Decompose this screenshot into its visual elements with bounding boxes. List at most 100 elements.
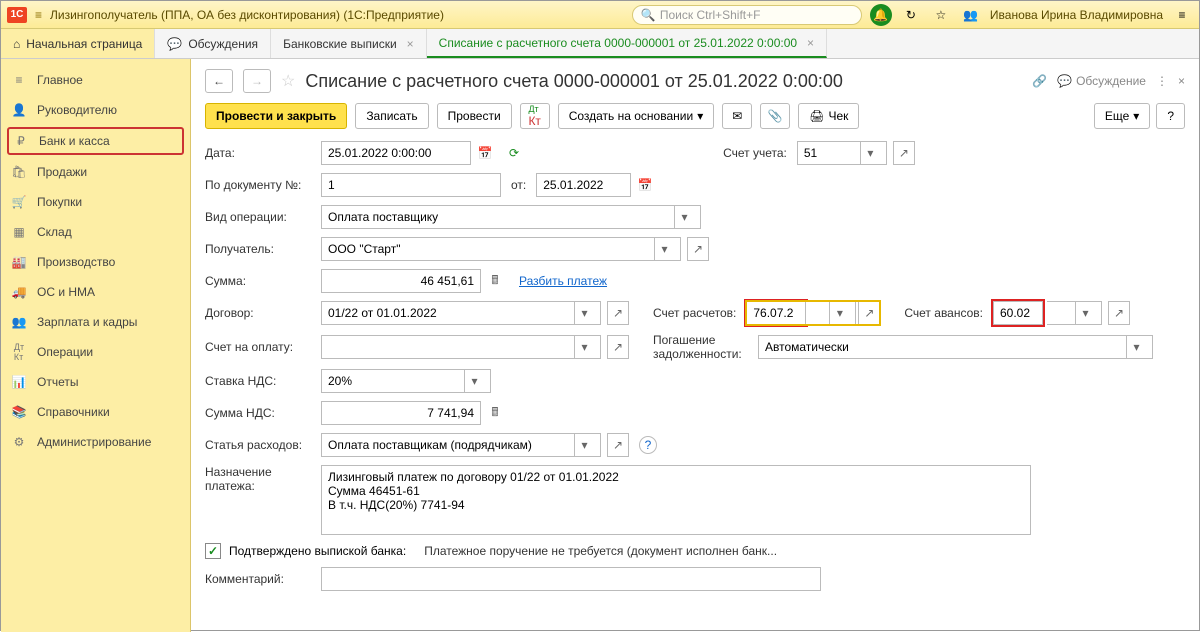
- dog-input[interactable]: 01/22 от 01.01.2022▾: [321, 301, 601, 325]
- post-button[interactable]: Провести: [437, 103, 512, 129]
- chevron-down-icon[interactable]: ▾: [574, 434, 594, 456]
- post-close-button[interactable]: Провести и закрыть: [205, 103, 347, 129]
- sidebar-item-main[interactable]: ≡Главное: [1, 65, 190, 95]
- sidebar-item-admin[interactable]: ⚙Администрирование: [1, 427, 190, 457]
- tab-bank[interactable]: Банковские выписки ×: [271, 29, 427, 58]
- comment-input[interactable]: [321, 567, 821, 591]
- vat-select[interactable]: 20%▾: [321, 369, 491, 393]
- favorite-icon[interactable]: ☆: [281, 71, 295, 91]
- more-button[interactable]: Еще▾: [1094, 103, 1150, 129]
- discuss-button[interactable]: 💬Обсуждение: [1057, 74, 1146, 88]
- chevron-down-icon[interactable]: ▾: [1126, 336, 1146, 358]
- confirm-checkbox[interactable]: ✓: [205, 543, 221, 559]
- star-icon[interactable]: ☆: [930, 4, 952, 26]
- sidebar-item-label: Главное: [37, 73, 83, 87]
- help-icon[interactable]: ?: [639, 436, 657, 454]
- sidebar-item-refs[interactable]: 📚Справочники: [1, 397, 190, 427]
- sidebar: ≡Главное 👤Руководителю ₽Банк и касса 🛍Пр…: [1, 59, 191, 632]
- docdate-input[interactable]: 25.01.2022: [536, 173, 631, 197]
- btn-label: Создать на основании: [569, 109, 694, 123]
- calculator-icon[interactable]: 🖩: [485, 403, 505, 424]
- link-icon[interactable]: 🔗: [1032, 74, 1047, 88]
- purpose-textarea[interactable]: Лизинговый платеж по договору 01/22 от 0…: [321, 465, 1031, 535]
- attach-button[interactable]: 📎: [760, 103, 790, 129]
- open-icon[interactable]: ↗: [607, 433, 629, 457]
- open-icon[interactable]: ↗: [607, 335, 629, 359]
- check-button[interactable]: 🖨Чек: [798, 103, 859, 129]
- create-button[interactable]: Создать на основании▾: [558, 103, 715, 129]
- exp-input[interactable]: Оплата поставщикам (подрядчикам)▾: [321, 433, 601, 457]
- user-icon[interactable]: 👥: [960, 4, 982, 26]
- chevron-down-icon[interactable]: ▾: [860, 142, 880, 164]
- calc-input[interactable]: 76.07.2: [746, 301, 806, 325]
- history-icon[interactable]: ↻: [900, 4, 922, 26]
- sidebar-item-manager[interactable]: 👤Руководителю: [1, 95, 190, 125]
- refresh-icon[interactable]: ⟳: [509, 146, 519, 160]
- calendar-icon[interactable]: 📅: [635, 178, 655, 192]
- adv-input[interactable]: 60.02: [993, 301, 1043, 325]
- chevron-down-icon[interactable]: ▾: [574, 336, 594, 358]
- calc-value: 76.07.2: [753, 306, 793, 320]
- save-button[interactable]: Записать: [355, 103, 428, 129]
- sidebar-item-bank[interactable]: ₽Банк и касса: [7, 127, 184, 155]
- close-icon[interactable]: ×: [407, 37, 414, 51]
- dkkt-button[interactable]: ДтКт: [520, 103, 550, 129]
- pay-label: Счет на оплату:: [205, 340, 317, 354]
- chevron-down-icon[interactable]: ▾: [1075, 302, 1095, 324]
- open-icon[interactable]: ↗: [858, 301, 880, 325]
- docnum-input[interactable]: 1: [321, 173, 501, 197]
- sidebar-item-stock[interactable]: ▦Склад: [1, 217, 190, 247]
- vatsum-input[interactable]: 7 741,94: [321, 401, 481, 425]
- open-icon[interactable]: ↗: [687, 237, 709, 261]
- sidebar-item-os[interactable]: 🚚ОС и НМА: [1, 277, 190, 307]
- back-button[interactable]: ←: [205, 69, 233, 93]
- chevron-down-icon[interactable]: ▾: [464, 370, 484, 392]
- payee-value: ООО "Старт": [328, 242, 400, 256]
- calculator-icon[interactable]: 🖩: [485, 271, 505, 292]
- open-icon[interactable]: ↗: [607, 301, 629, 325]
- chart-icon: 📊: [11, 374, 27, 390]
- close-icon[interactable]: ×: [807, 36, 814, 50]
- sidebar-item-sales[interactable]: 🛍Продажи: [1, 157, 190, 187]
- date-input[interactable]: 25.01.2022 0:00:00: [321, 141, 471, 165]
- people-icon: 👥: [11, 314, 27, 330]
- chevron-down-icon[interactable]: ▾: [829, 302, 849, 324]
- help-button[interactable]: ?: [1156, 103, 1185, 129]
- calendar-icon[interactable]: 📅: [475, 146, 495, 160]
- tab-home[interactable]: ⌂ Начальная страница: [1, 29, 155, 58]
- tab-active[interactable]: Списание с расчетного счета 0000-000001 …: [427, 29, 827, 58]
- forward-button[interactable]: →: [243, 69, 271, 93]
- open-icon[interactable]: ↗: [1108, 301, 1130, 325]
- acct-input[interactable]: 51▾: [797, 141, 887, 165]
- mail-button[interactable]: ✉: [722, 103, 752, 129]
- sidebar-item-prod[interactable]: 🏭Производство: [1, 247, 190, 277]
- chevron-down-icon[interactable]: ▾: [574, 302, 594, 324]
- printer-icon: 🖨: [809, 109, 824, 123]
- menu-icon[interactable]: ≡: [1171, 4, 1193, 26]
- tab-discuss[interactable]: 💬 Обсуждения: [155, 29, 271, 58]
- pay-input[interactable]: ▾: [321, 335, 601, 359]
- debt-select[interactable]: Автоматически▾: [758, 335, 1153, 359]
- sum-input[interactable]: 46 451,61: [321, 269, 481, 293]
- comment-label: Комментарий:: [205, 572, 317, 586]
- open-icon[interactable]: ↗: [893, 141, 915, 165]
- doc-title: Списание с расчетного счета 0000-000001 …: [305, 71, 843, 92]
- sidebar-item-ops[interactable]: ДтКтОперации: [1, 337, 190, 367]
- from-label: от:: [511, 178, 526, 192]
- split-link[interactable]: Разбить платеж: [519, 274, 607, 288]
- user-name[interactable]: Иванова Ирина Владимировна: [990, 8, 1163, 22]
- close-icon[interactable]: ×: [1178, 74, 1185, 88]
- search-icon: 🔍: [641, 8, 656, 22]
- sidebar-item-hr[interactable]: 👥Зарплата и кадры: [1, 307, 190, 337]
- truck-icon: 🚚: [11, 284, 27, 300]
- more-icon[interactable]: ⋮: [1156, 74, 1168, 88]
- sidebar-item-purchases[interactable]: 🛒Покупки: [1, 187, 190, 217]
- sidebar-item-reports[interactable]: 📊Отчеты: [1, 367, 190, 397]
- search-input[interactable]: 🔍 Поиск Ctrl+Shift+F: [632, 5, 862, 25]
- hamburger-icon[interactable]: ≡: [35, 8, 42, 22]
- bell-icon[interactable]: 🔔: [870, 4, 892, 26]
- chevron-down-icon[interactable]: ▾: [654, 238, 674, 260]
- chevron-down-icon[interactable]: ▾: [674, 206, 694, 228]
- payee-input[interactable]: ООО "Старт" ▾: [321, 237, 681, 261]
- op-select[interactable]: Оплата поставщику▾: [321, 205, 701, 229]
